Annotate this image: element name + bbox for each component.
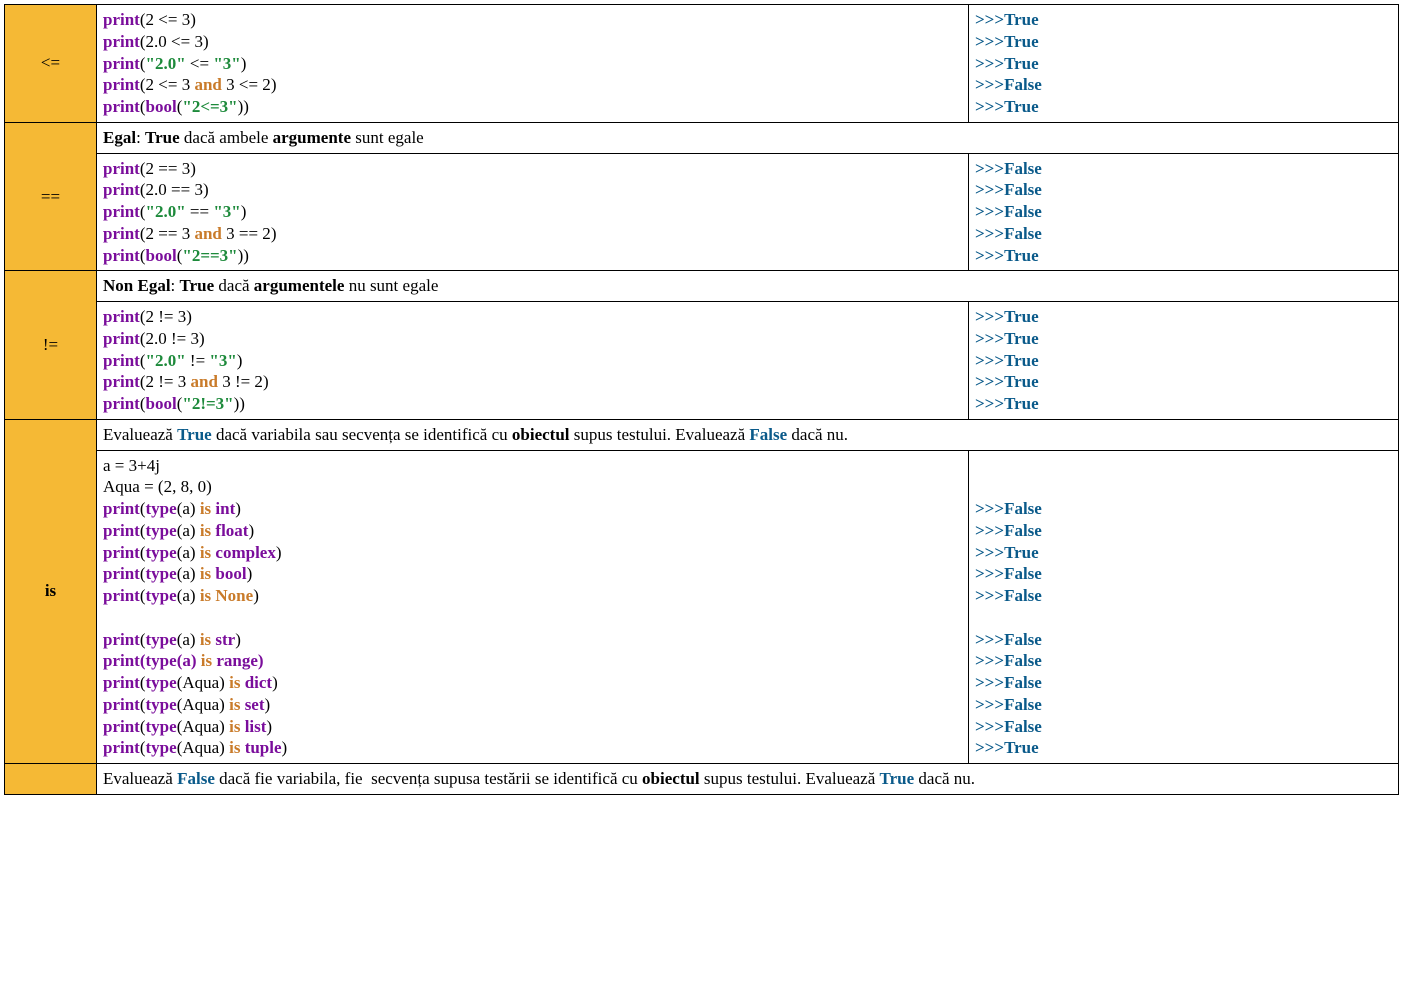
desc-line: Egal: True dacă ambele argumente sunt eg…: [103, 127, 1392, 149]
code-line: print(type(a) is range): [103, 650, 962, 672]
code-line: print(2 <= 3 and 3 <= 2): [103, 74, 962, 96]
code-line: print(bool("2<=3")): [103, 96, 962, 118]
output-line: >>>True: [975, 53, 1392, 75]
description-cell: Egal: True dacă ambele argumente sunt eg…: [97, 122, 1399, 153]
output-line: >>>False: [975, 563, 1392, 585]
desc-line: Evaluează True dacă variabila sau secven…: [103, 424, 1392, 446]
operator-cell: is: [5, 419, 97, 763]
output-cell: >>>False>>>False>>>False>>>False>>>True: [969, 153, 1399, 271]
output-line: [975, 607, 1392, 629]
description-cell: Evaluează True dacă variabila sau secven…: [97, 419, 1399, 450]
description-cell: Evaluează False dacă fie variabila, fie …: [97, 764, 1399, 795]
output-line: >>>True: [975, 306, 1392, 328]
output-line: >>>True: [975, 393, 1392, 415]
output-line: >>>False: [975, 223, 1392, 245]
output-line: >>>False: [975, 716, 1392, 738]
output-line: >>>False: [975, 672, 1392, 694]
output-line: >>>True: [975, 737, 1392, 759]
code-cell: a = 3+4jAqua = (2, 8, 0)print(type(a) is…: [97, 450, 969, 764]
output-line: >>>False: [975, 201, 1392, 223]
code-cell: print(2 <= 3)print(2.0 <= 3)print("2.0" …: [97, 5, 969, 123]
output-line: >>>False: [975, 74, 1392, 96]
output-line: >>>False: [975, 158, 1392, 180]
output-line: [975, 455, 1392, 477]
code-line: print("2.0" == "3"): [103, 201, 962, 223]
output-line: >>>True: [975, 31, 1392, 53]
output-line: >>>True: [975, 9, 1392, 31]
code-line: print(type(Aqua) is list): [103, 716, 962, 738]
code-line: print(type(a) is complex): [103, 542, 962, 564]
output-line: >>>False: [975, 629, 1392, 651]
desc-line: Evaluează False dacă fie variabila, fie …: [103, 768, 1392, 790]
code-line: print(type(Aqua) is tuple): [103, 737, 962, 759]
code-line: a = 3+4j: [103, 455, 962, 477]
code-line: print(2 == 3): [103, 158, 962, 180]
output-cell: >>>True>>>True>>>True>>>True>>>True: [969, 302, 1399, 420]
description-cell: Non Egal: True dacă argumentele nu sunt …: [97, 271, 1399, 302]
code-line: print(type(a) is bool): [103, 563, 962, 585]
output-line: >>>False: [975, 498, 1392, 520]
code-line: print(type(Aqua) is dict): [103, 672, 962, 694]
code-line: print(bool("2==3")): [103, 245, 962, 267]
code-line: print(2.0 == 3): [103, 179, 962, 201]
code-cell: print(2 == 3)print(2.0 == 3)print("2.0" …: [97, 153, 969, 271]
code-line: [103, 607, 962, 629]
code-line: print(2.0 != 3): [103, 328, 962, 350]
code-line: print(type(a) is str): [103, 629, 962, 651]
code-line: print(type(a) is float): [103, 520, 962, 542]
code-line: print(type(Aqua) is set): [103, 694, 962, 716]
desc-line: Non Egal: True dacă argumentele nu sunt …: [103, 275, 1392, 297]
code-line: print(type(a) is int): [103, 498, 962, 520]
output-cell: >>>True>>>True>>>True>>>False>>>True: [969, 5, 1399, 123]
code-line: Aqua = (2, 8, 0): [103, 476, 962, 498]
code-line: print(2.0 <= 3): [103, 31, 962, 53]
output-line: >>>False: [975, 585, 1392, 607]
output-line: [975, 476, 1392, 498]
code-line: print(2 <= 3): [103, 9, 962, 31]
operators-table: <=print(2 <= 3)print(2.0 <= 3)print("2.0…: [4, 4, 1399, 795]
output-line: >>>True: [975, 328, 1392, 350]
code-line: print("2.0" != "3"): [103, 350, 962, 372]
operator-cell: !=: [5, 271, 97, 420]
output-cell: >>>False>>>False>>>True>>>False>>>False …: [969, 450, 1399, 764]
output-line: >>>False: [975, 520, 1392, 542]
output-line: >>>False: [975, 650, 1392, 672]
output-line: >>>True: [975, 350, 1392, 372]
code-cell: print(2 != 3)print(2.0 != 3)print("2.0" …: [97, 302, 969, 420]
code-line: print(2 != 3 and 3 != 2): [103, 371, 962, 393]
code-line: print("2.0" <= "3"): [103, 53, 962, 75]
code-line: print(type(a) is None): [103, 585, 962, 607]
code-line: print(2 != 3): [103, 306, 962, 328]
output-line: >>>True: [975, 371, 1392, 393]
output-line: >>>True: [975, 96, 1392, 118]
output-line: >>>False: [975, 179, 1392, 201]
operator-cell: <=: [5, 5, 97, 123]
output-line: >>>False: [975, 694, 1392, 716]
code-line: print(2 == 3 and 3 == 2): [103, 223, 962, 245]
operator-cell: ==: [5, 122, 97, 271]
code-line: print(bool("2!=3")): [103, 393, 962, 415]
operator-cell: [5, 764, 97, 795]
output-line: >>>True: [975, 542, 1392, 564]
output-line: >>>True: [975, 245, 1392, 267]
